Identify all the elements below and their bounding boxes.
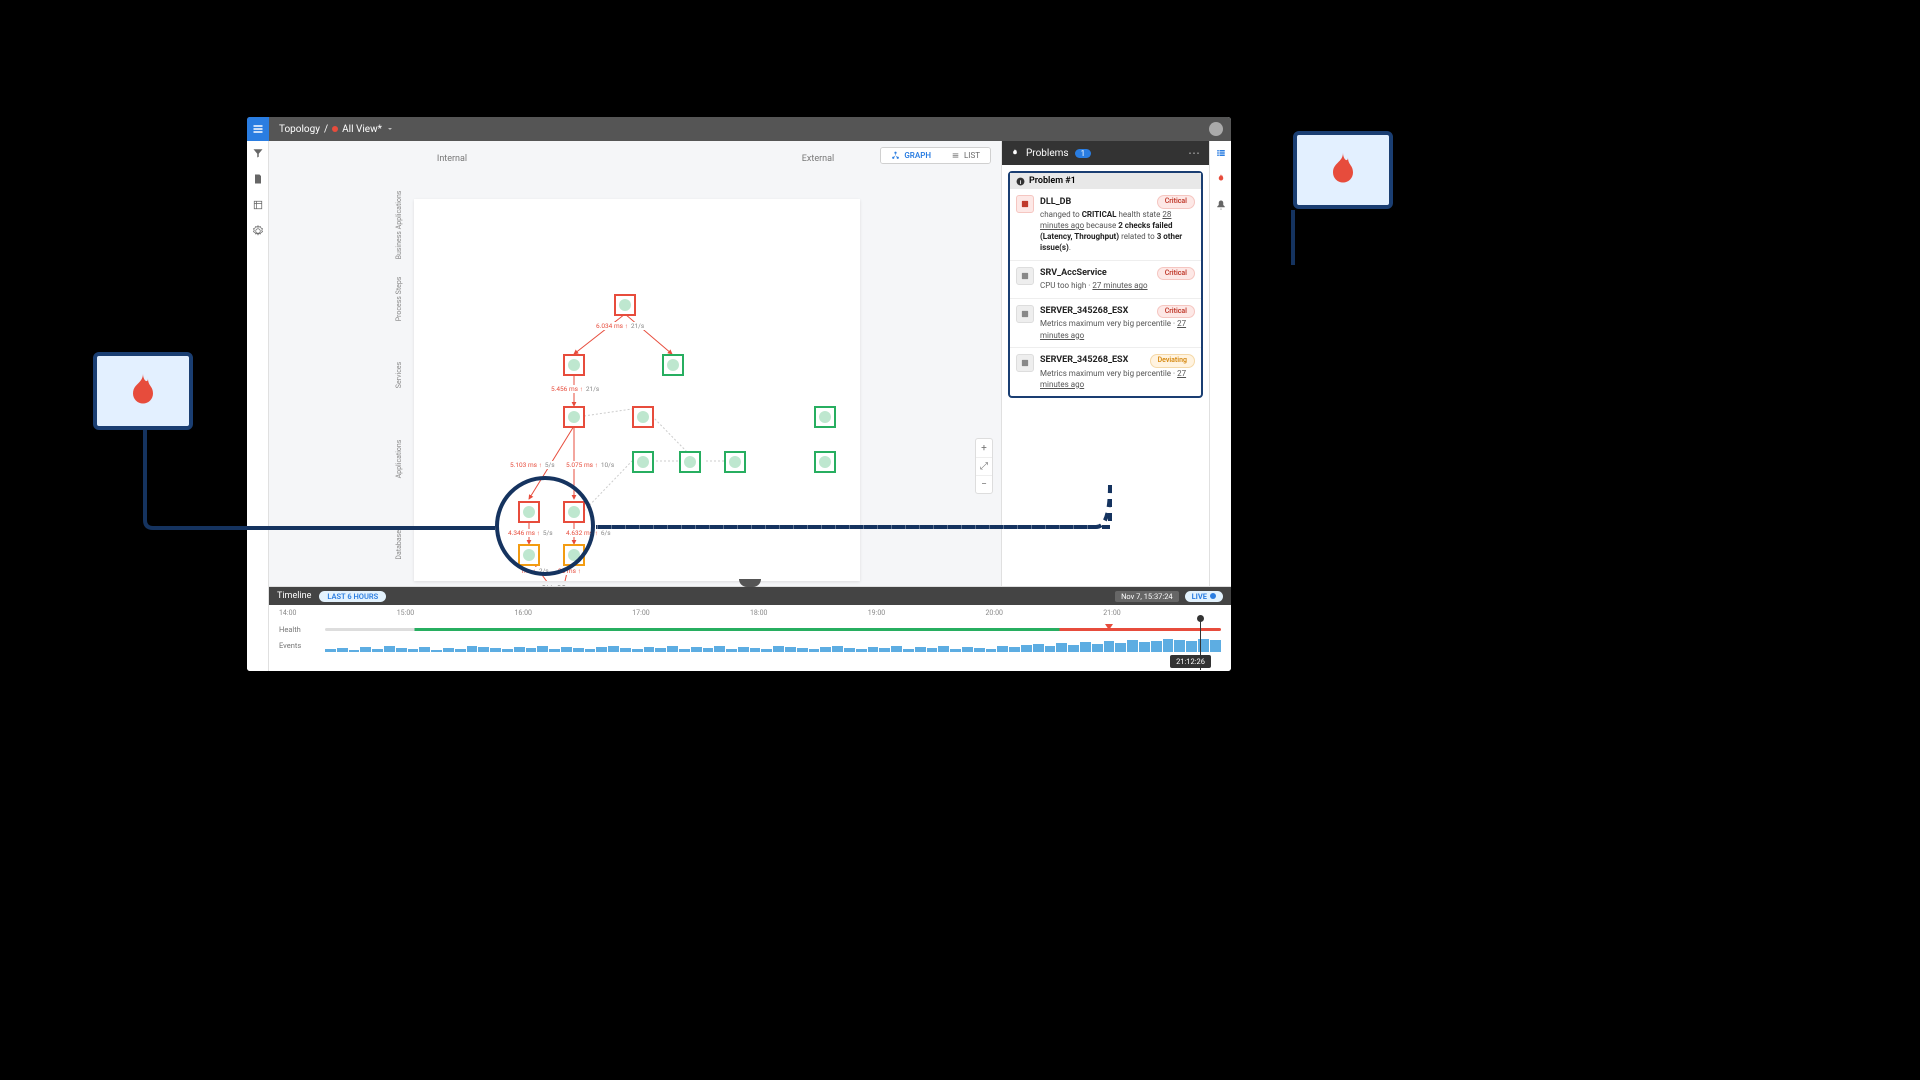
col-internal: Internal [269, 154, 635, 164]
health-bar[interactable] [325, 628, 1221, 631]
timeline-axis: 14:0015:0016:0017:0018:0019:0020:0021:00 [279, 609, 1221, 617]
document-icon[interactable] [252, 173, 264, 185]
zoom-out-button[interactable]: − [976, 475, 992, 493]
row-label: Databases [395, 508, 403, 578]
svc-icon [1016, 267, 1034, 285]
topology-node[interactable] [814, 406, 836, 428]
timeline-events-row: Events [279, 637, 1221, 653]
problems-panel-header: Problems 1 ⋯ [1002, 141, 1209, 165]
timeline-header: Timeline LAST 6 HOURS Nov 7, 15:37:24 LI… [269, 587, 1231, 605]
list-toggle-button[interactable]: LIST [941, 148, 990, 163]
topology-node[interactable] [518, 501, 540, 523]
edge-label: 6.034 ms ↑21/s [594, 322, 646, 330]
topology-node[interactable] [814, 451, 836, 473]
db-icon [1016, 195, 1034, 213]
status-dot-icon [332, 126, 338, 132]
timeline-collapse-handle[interactable] [739, 579, 761, 587]
topology-node[interactable] [632, 406, 654, 428]
problem-card-header: i Problem #1 [1010, 173, 1201, 189]
timeline-health-row: Health [279, 621, 1221, 637]
main-area: Internal External GRAPH LIST Business Ap… [269, 141, 1231, 586]
edge-label: ms ↑2/s [520, 567, 551, 575]
breadcrumb-root[interactable]: Topology [279, 124, 320, 135]
hamburger-icon [252, 123, 264, 135]
problem-item[interactable]: SERVER_345268_ESXDeviatingMetrics maximu… [1010, 347, 1201, 396]
breadcrumb-sep: / [324, 124, 328, 135]
topology-node[interactable] [563, 544, 585, 566]
timeline-title: Timeline [277, 591, 311, 601]
zoom-control: + ⤢ − [975, 438, 993, 494]
problems-count-badge: 1 [1075, 149, 1092, 158]
events-bars[interactable] [325, 638, 1221, 652]
timeline-body[interactable]: 14:0015:0016:0017:0018:0019:0020:0021:00… [269, 605, 1231, 671]
timeline-footer: Timeline LAST 6 HOURS Nov 7, 15:37:24 LI… [269, 586, 1231, 671]
topology-node[interactable] [662, 354, 684, 376]
panel-menu-button[interactable]: ⋯ [1188, 146, 1201, 160]
breadcrumb: Topology / All View* [279, 124, 394, 135]
topology-node[interactable] [614, 294, 636, 316]
srv-icon [1016, 305, 1034, 323]
edge-label: 4.632 ms ↑6/s [564, 529, 613, 537]
problem-card[interactable]: i Problem #1 DLL_DBCriticalchanged to CR… [1008, 171, 1203, 398]
timeline-timestamp: Nov 7, 15:37:24 [1115, 591, 1179, 602]
view-toggle: GRAPH LIST [880, 147, 991, 164]
annotation-callout-left [93, 352, 193, 430]
timeline-live-badge[interactable]: LIVE [1185, 591, 1223, 602]
edge-label: 4.346 ms ↑5/s [506, 529, 555, 537]
layout-icon[interactable] [252, 199, 264, 211]
zoom-fit-button[interactable]: ⤢ [976, 457, 992, 475]
flame-icon [1010, 148, 1020, 158]
topology-node[interactable] [563, 406, 585, 428]
row-label: Applications [395, 424, 403, 494]
topology-node[interactable] [679, 451, 701, 473]
problem-item[interactable]: DLL_DBCriticalchanged to CRITICAL health… [1010, 189, 1201, 260]
topology-graph[interactable]: DLL_DB 6.034 ms ↑21/s5.456 ms ↑21/s5.103… [414, 199, 860, 581]
problem-item[interactable]: SERVER_345268_ESXCriticalMetrics maximum… [1010, 298, 1201, 347]
timeline-range-tag[interactable]: LAST 6 HOURS [319, 591, 386, 602]
topology-canvas-area[interactable]: Internal External GRAPH LIST Business Ap… [269, 141, 1001, 586]
user-avatar[interactable] [1209, 122, 1223, 136]
timeline-now-box: 21:12:26 [1170, 655, 1211, 668]
row-label: Business Applications [395, 190, 403, 260]
edge-label: 5.075 ms ↑10/s [564, 461, 616, 469]
topology-node[interactable] [518, 544, 540, 566]
hamburger-button[interactable] [247, 117, 269, 141]
graph-toggle-button[interactable]: GRAPH [881, 148, 941, 163]
annotation-callout-right [1293, 131, 1393, 209]
topology-node[interactable] [563, 354, 585, 376]
chevron-down-icon[interactable] [386, 125, 394, 133]
problems-panel: Problems 1 ⋯ i Problem #1 DLL_DBCritical… [1001, 141, 1209, 586]
topology-node[interactable] [563, 501, 585, 523]
filter-icon[interactable] [252, 147, 264, 159]
canvas-column-header: Internal External GRAPH LIST [269, 141, 1001, 177]
edge-label: 5.103 ms ↑5/s [508, 461, 557, 469]
graph-icon [891, 151, 900, 160]
edge-label: 5.456 ms ↑21/s [549, 385, 601, 393]
srv-icon [1016, 354, 1034, 372]
flame-icon [123, 371, 163, 411]
left-tool-rail [247, 141, 269, 671]
info-icon: i [1016, 177, 1025, 186]
panel-title: Problems [1026, 148, 1069, 159]
gear-icon[interactable] [252, 225, 264, 237]
zoom-in-button[interactable]: + [976, 439, 992, 457]
topbar: Topology / All View* [247, 117, 1231, 141]
topology-node[interactable] [724, 451, 746, 473]
breadcrumb-view[interactable]: All View* [342, 124, 382, 135]
graph-edges [414, 199, 860, 581]
edge-label: 95 ms ↑ [556, 567, 586, 575]
app-window: Topology / All View* Internal External [247, 117, 1231, 671]
health-marker-icon [1105, 624, 1113, 630]
flame-icon [1323, 150, 1363, 190]
row-label: Services [395, 340, 403, 410]
row-label: Process Steps [395, 264, 403, 334]
row-labels: Business Applications Process Steps Serv… [384, 199, 414, 581]
problem-item[interactable]: SRV_AccServiceCriticalCPU too high · 27 … [1010, 260, 1201, 298]
topology-node[interactable] [632, 451, 654, 473]
list-view-icon [951, 151, 960, 160]
